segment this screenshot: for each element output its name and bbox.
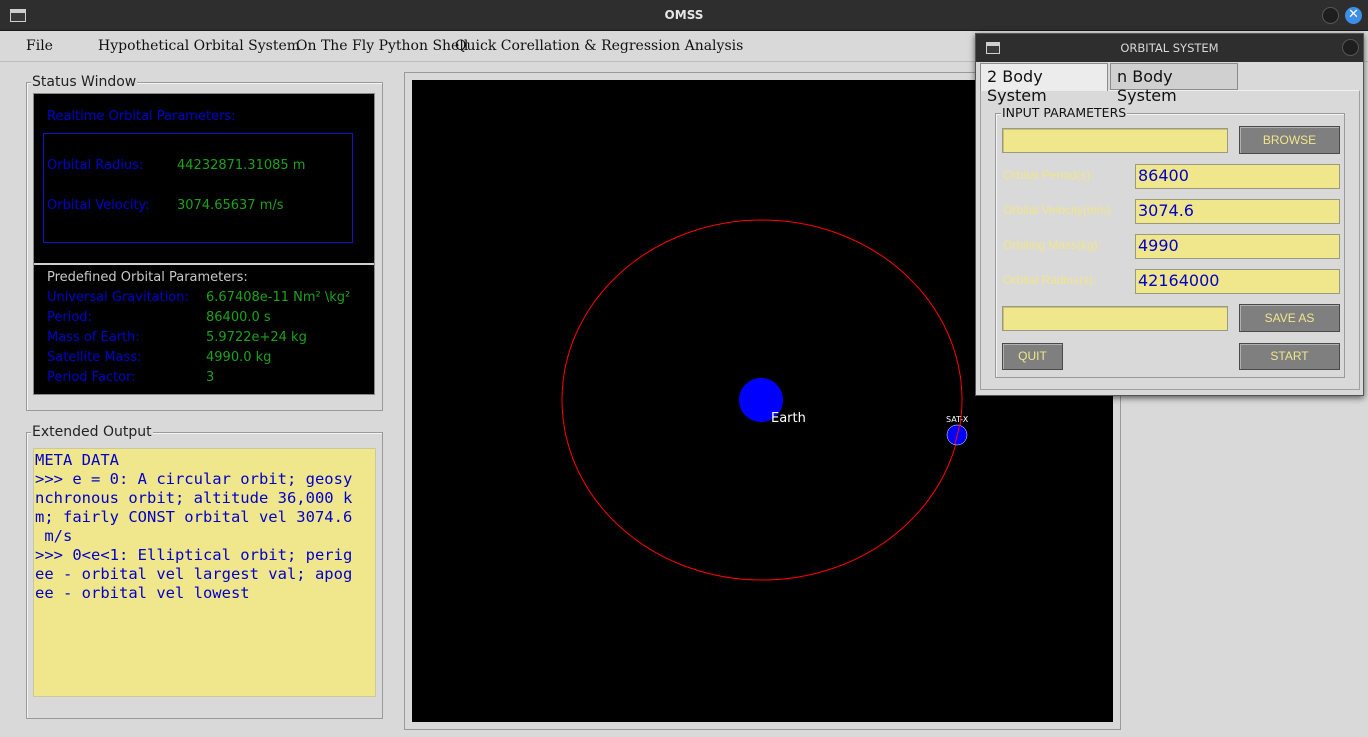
dialog-minimize-button[interactable] xyxy=(1342,39,1359,56)
orbital-period-input[interactable]: 86400 xyxy=(1135,164,1340,189)
period-value: 86400.0 s xyxy=(206,310,271,325)
earth-mass-label: Mass of Earth: xyxy=(47,330,140,345)
status-window-label: Status Window xyxy=(31,74,138,90)
divider xyxy=(34,263,374,265)
menu-regression-analysis[interactable]: Quick Corellation & Regression Analysis xyxy=(455,38,743,54)
window-title: OMSS xyxy=(664,8,704,22)
output-line: m; fairly CONST orbital vel 3074.6 xyxy=(35,508,353,526)
extended-output-label: Extended Output xyxy=(31,424,153,440)
save-path-input[interactable] xyxy=(1002,306,1228,331)
predefined-title: Predefined Orbital Parameters: xyxy=(47,270,248,285)
satellite-mass-value: 4990.0 kg xyxy=(206,350,272,365)
output-line: META DATA xyxy=(35,451,119,469)
orbital-velocity-input[interactable]: 3074.6 xyxy=(1135,199,1340,224)
gravitation-label: Universal Gravitation: xyxy=(47,290,189,305)
browse-button[interactable]: BROWSE xyxy=(1239,126,1340,154)
output-line: nchronous orbit; altitude 36,000 k xyxy=(35,489,353,507)
gravitation-value: 6.67408e-11 Nm² \kg² xyxy=(206,290,351,305)
orbital-system-dialog: ORBITAL SYSTEM 2 Body System n Body Syst… xyxy=(975,33,1364,396)
close-button[interactable]: ✕ xyxy=(1345,7,1362,24)
output-line: ee - orbital vel lowest xyxy=(35,584,250,602)
extended-output-textarea[interactable]: META DATA >>> e = 0: A circular orbit; g… xyxy=(33,448,376,697)
minimize-button[interactable] xyxy=(1322,7,1339,24)
satellite-label: SAT-X xyxy=(946,415,969,424)
menu-python-shell[interactable]: On The Fly Python Shell xyxy=(296,38,468,54)
quit-button[interactable]: QUIT xyxy=(1002,343,1063,370)
orbiting-mass-label: Orbiting Mass(kg): xyxy=(1003,238,1102,252)
output-line: >>> 0<e<1: Elliptical orbit; perig xyxy=(35,546,353,564)
realtime-title: Realtime Orbital Parameters: xyxy=(47,109,236,124)
menu-hypothetical-orbital-system[interactable]: Hypothetical Orbital System xyxy=(98,38,300,54)
orbital-radius-label: Orbital Radius: xyxy=(47,158,144,173)
orbital-radius-input[interactable]: 42164000 xyxy=(1135,269,1340,294)
earth-label: Earth xyxy=(771,411,806,426)
period-label: Period: xyxy=(47,310,92,325)
input-parameters-label: INPUT PARAMETERS xyxy=(1001,105,1128,120)
orbital-velocity-value: 3074.65637 m/s xyxy=(177,198,284,213)
output-line: >>> e = 0: A circular orbit; geosy xyxy=(35,470,353,488)
orbiting-mass-input[interactable]: 4990 xyxy=(1135,234,1340,259)
orbital-radius-value: 44232871.31085 m xyxy=(177,158,306,173)
dialog-title: ORBITAL SYSTEM xyxy=(1120,41,1219,55)
period-factor-value: 3 xyxy=(206,370,215,385)
period-factor-label: Period Factor: xyxy=(47,370,136,385)
satellite-mass-label: Satellite Mass: xyxy=(47,350,142,365)
tab-2-body-system[interactable]: 2 Body System xyxy=(980,63,1108,105)
tab-n-body-system[interactable]: n Body System xyxy=(1110,63,1238,105)
orbital-radius-field-label: Orbital Radius(s): xyxy=(1003,273,1097,287)
menu-file[interactable]: File xyxy=(26,38,53,54)
output-line: m/s xyxy=(35,527,73,545)
orbital-velocity-field-label: Orbital Velocity(m/s): xyxy=(1003,203,1114,217)
output-line: ee - orbital vel largest val; apog xyxy=(35,565,353,583)
window-titlebar: OMSS ✕ xyxy=(0,0,1368,31)
orbital-period-label: Orbital Period(s): xyxy=(1003,168,1094,182)
earth-mass-value: 5.9722e+24 kg xyxy=(206,330,307,345)
start-button[interactable]: START xyxy=(1239,343,1340,370)
orbital-velocity-label: Orbital Velocity: xyxy=(47,198,150,213)
close-icon: ✕ xyxy=(1348,7,1359,22)
realtime-box xyxy=(43,133,353,243)
file-path-input[interactable] xyxy=(1002,128,1228,153)
dialog-titlebar: ORBITAL SYSTEM xyxy=(976,34,1363,62)
save-as-button[interactable]: SAVE AS xyxy=(1239,304,1340,332)
status-panel: Realtime Orbital Parameters: Orbital Rad… xyxy=(33,93,375,395)
